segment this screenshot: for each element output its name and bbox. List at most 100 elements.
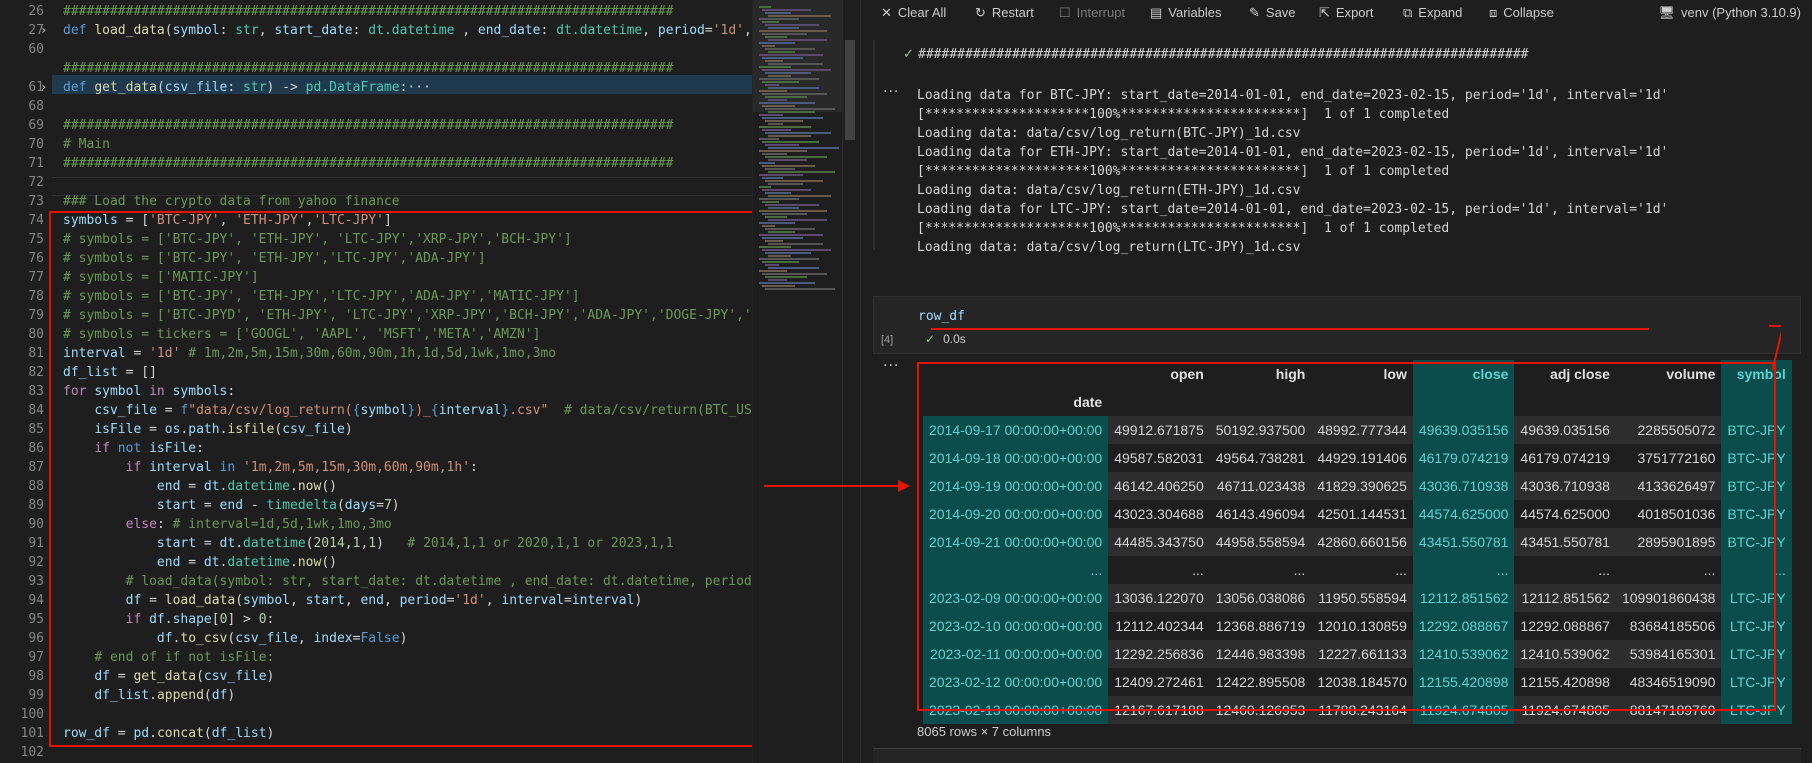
table-cell[interactable]: 12155.420898	[1514, 668, 1616, 696]
cell-2-code[interactable]: row_df	[918, 309, 965, 324]
table-cell[interactable]: 42860.660156	[1311, 528, 1413, 556]
table-cell[interactable]: 12410.539062	[1412, 640, 1515, 668]
column-header-low[interactable]: low	[1311, 360, 1413, 388]
table-cell[interactable]: 43036.710938	[1514, 472, 1616, 500]
table-row[interactable]: 2014-09-17 00:00:00+00:00 49912.671875 501…	[923, 416, 1792, 444]
row-index-cell[interactable]: 2023-02-10 00:00:00+00:00	[923, 612, 1109, 640]
table-cell[interactable]: 12409.272461	[1108, 668, 1210, 696]
table-cell[interactable]: 4133626497	[1615, 472, 1722, 500]
code-line[interactable]: ########################################…	[63, 59, 673, 78]
table-cell[interactable]: 12292.256836	[1108, 640, 1210, 668]
row-index-cell[interactable]: 2014-09-21 00:00:00+00:00	[923, 528, 1109, 556]
kernel-picker[interactable]: 🖥 venv (Python 3.10.9)	[1659, 4, 1801, 22]
table-cell[interactable]: ...	[1721, 556, 1792, 584]
table-cell[interactable]: 11788.243164	[1311, 696, 1413, 724]
column-header-close[interactable]: close	[1412, 360, 1515, 388]
code-line[interactable]: df.to_csv(csv_file, index=False)	[63, 629, 408, 648]
row-index-cell[interactable]: 2023-02-12 00:00:00+00:00	[923, 668, 1109, 696]
code-line[interactable]: # symbols = ['BTC-JPY', 'ETH-JPY', 'LTC-…	[63, 230, 572, 249]
code-line[interactable]: end = dt.datetime.now()	[63, 553, 337, 572]
table-cell[interactable]: 46179.074219	[1412, 444, 1515, 472]
table-cell[interactable]: 13036.122070	[1108, 584, 1210, 612]
table-cell[interactable]: LTC-JPY	[1721, 584, 1792, 612]
code-line[interactable]: end = dt.datetime.now()	[63, 477, 337, 496]
table-cell[interactable]: LTC-JPY	[1721, 640, 1792, 668]
table-cell[interactable]: 3751772160	[1615, 444, 1722, 472]
row-index-cell[interactable]: 2014-09-20 00:00:00+00:00	[923, 500, 1109, 528]
row-index-cell[interactable]: 2023-02-11 00:00:00+00:00	[923, 640, 1109, 668]
index-name-header[interactable]: date	[923, 388, 1109, 416]
code-line[interactable]: if df.shape[0] > 0:	[63, 610, 275, 629]
table-cell[interactable]: 12010.130859	[1311, 612, 1413, 640]
table-cell[interactable]: 44485.343750	[1108, 528, 1210, 556]
code-line[interactable]: df = load_data(symbol, start, end, perio…	[63, 591, 643, 610]
code-line[interactable]: # symbols = ['BTC-JPYD', 'ETH-JPY', 'LTC…	[63, 306, 752, 325]
code-line[interactable]: # Main	[63, 135, 110, 154]
table-cell[interactable]: BTC-JPY	[1721, 500, 1792, 528]
table-cell[interactable]: 48992.777344	[1311, 416, 1413, 444]
code-line[interactable]: symbols = ['BTC-JPY', 'ETH-JPY','LTC-JPY…	[63, 211, 392, 230]
table-cell[interactable]: 12292.088867	[1412, 612, 1515, 640]
code-line[interactable]: df = get_data(csv_file)	[63, 667, 274, 686]
table-cell[interactable]: 4018501036	[1615, 500, 1722, 528]
table-cell[interactable]: 83684185506	[1615, 612, 1722, 640]
table-cell[interactable]: 42501.144531	[1311, 500, 1413, 528]
table-cell[interactable]: 11950.558594	[1311, 584, 1413, 612]
table-cell[interactable]: 49639.035156	[1514, 416, 1616, 444]
code-line[interactable]: ### Load the crypto data from yahoo fina…	[63, 192, 400, 211]
table-cell[interactable]: 2285505072	[1615, 416, 1722, 444]
editor-scrollbar-thumb[interactable]	[845, 40, 855, 140]
code-line[interactable]: # load_data(symbol: str, start_date: dt.…	[63, 572, 752, 591]
table-cell[interactable]: 12368.886719	[1209, 612, 1312, 640]
table-cell[interactable]: 53984165301	[1615, 640, 1722, 668]
table-cell[interactable]: 46711.023438	[1209, 472, 1312, 500]
next-cell-input[interactable]	[873, 748, 1801, 763]
index-header-corner[interactable]	[923, 360, 1109, 388]
table-cell[interactable]: 44574.625000	[1514, 500, 1616, 528]
row-index-cell[interactable]: 2023-02-09 00:00:00+00:00	[923, 584, 1109, 612]
table-cell[interactable]: 41829.390625	[1311, 472, 1413, 500]
table-cell[interactable]: 43023.304688	[1108, 500, 1210, 528]
table-cell[interactable]: ...	[1514, 556, 1616, 584]
index-row-spacer[interactable]	[1412, 388, 1515, 416]
table-cell[interactable]: 13056.038086	[1209, 584, 1312, 612]
code-line[interactable]: interval = '1d' # 1m,2m,5m,15m,30m,60m,9…	[63, 344, 556, 363]
code-line[interactable]: df_list = []	[63, 363, 157, 382]
table-cell[interactable]: 88147189760	[1615, 696, 1722, 724]
table-cell[interactable]: BTC-JPY	[1721, 528, 1792, 556]
table-cell[interactable]: 50192.937500	[1209, 416, 1312, 444]
table-cell[interactable]: 44958.558594	[1209, 528, 1312, 556]
table-row[interactable]: 2023-02-11 00:00:00+00:00 12292.256836 124…	[923, 640, 1792, 668]
table-cell[interactable]: 12460.126953	[1209, 696, 1312, 724]
index-row-spacer[interactable]	[1108, 388, 1210, 416]
code-line[interactable]: if interval in '1m,2m,5m,15m,30m,60m,90m…	[63, 458, 478, 477]
table-row[interactable]: 2023-02-12 00:00:00+00:00 12409.272461 124…	[923, 668, 1792, 696]
table-cell[interactable]: 46143.496094	[1209, 500, 1312, 528]
code-line[interactable]: row_df = pd.concat(df_list)	[63, 724, 274, 743]
table-cell[interactable]: 12155.420898	[1412, 668, 1515, 696]
clear-all-button[interactable]: ✕ Clear All	[881, 4, 946, 22]
table-cell[interactable]: BTC-JPY	[1721, 444, 1792, 472]
save-button[interactable]: ✎ Save	[1249, 4, 1296, 22]
expand-button[interactable]: ⧉ Expand	[1403, 4, 1462, 22]
index-row-spacer[interactable]	[1615, 388, 1722, 416]
table-cell[interactable]: 11924.674805	[1514, 696, 1616, 724]
table-cell[interactable]: 43451.550781	[1514, 528, 1616, 556]
code-line[interactable]: start = end - timedelta(days=7)	[63, 496, 400, 515]
code-line[interactable]: def get_data(csv_file: str) -> pd.DataFr…	[63, 78, 431, 97]
code-line[interactable]: # symbols = tickers = ['GOOGL', 'AAPL', …	[63, 325, 540, 344]
table-cell[interactable]: 109901860438	[1615, 584, 1722, 612]
code-line[interactable]: isFile = os.path.isfile(csv_file)	[63, 420, 352, 439]
row-index-cell[interactable]: 2023-02-13 00:00:00+00:00	[923, 696, 1109, 724]
table-cell[interactable]: 12112.402344	[1108, 612, 1210, 640]
table-cell[interactable]: LTC-JPY	[1721, 668, 1792, 696]
code-line[interactable]: ########################################…	[63, 154, 673, 173]
code-line[interactable]: ########################################…	[63, 2, 673, 21]
column-header-open[interactable]: open	[1108, 360, 1210, 388]
code-line[interactable]: start = dt.datetime(2014,1,1) # 2014,1,1…	[63, 534, 674, 553]
table-cell[interactable]: 46142.406250	[1108, 472, 1210, 500]
table-cell[interactable]: 49587.582031	[1108, 444, 1210, 472]
minimap[interactable]	[752, 0, 843, 763]
table-row[interactable]: 2014-09-19 00:00:00+00:00 46142.406250 467…	[923, 472, 1792, 500]
cell-1-focus-bar[interactable]	[873, 40, 875, 250]
